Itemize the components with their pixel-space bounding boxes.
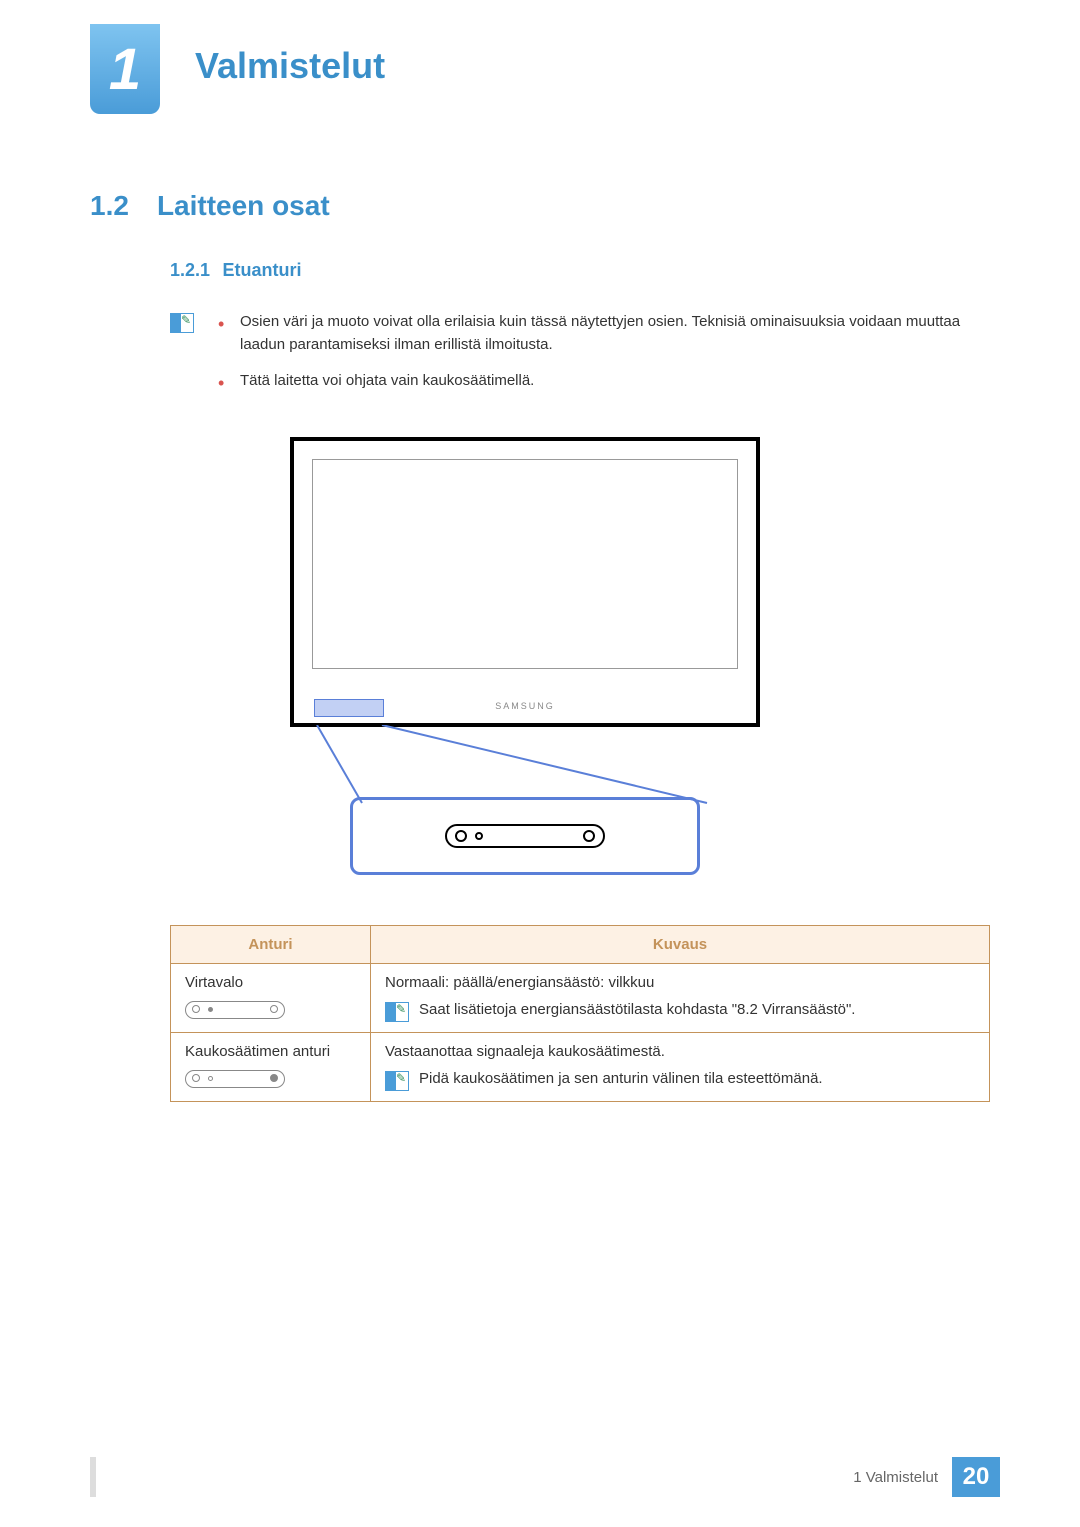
sensor-desc-power: Normaali: päällä/energiansäästö: vilkkuu <box>385 974 975 991</box>
note-icon <box>170 313 194 333</box>
section-number: 1.2 <box>90 190 129 222</box>
sensor-note-remote: Pidä kaukosäätimen ja sen anturin väline… <box>419 1070 823 1087</box>
sensor-note-power: Saat lisätietoja energiansäästötilasta k… <box>419 1001 855 1018</box>
chapter-title: Valmistelut <box>195 45 385 87</box>
subsection-number: 1.2.1 <box>170 260 210 280</box>
chapter-number-tab: 1 <box>90 24 160 114</box>
sensor-desc-remote: Vastaanottaa signaaleja kaukosäätimestä. <box>385 1043 975 1060</box>
footer-chapter-label: 1 Valmistelut <box>853 1469 952 1486</box>
note-icon <box>385 1002 409 1022</box>
monitor-frame: SAMSUNG <box>290 437 760 727</box>
table-header-sensor: Anturi <box>171 925 371 963</box>
monitor-screen <box>312 459 738 669</box>
note-icon <box>385 1071 409 1091</box>
remote-sensor-icon <box>185 1070 285 1088</box>
table-row: Kaukosäätimen anturi Vastaanottaa signaa… <box>171 1032 990 1101</box>
footer-stripe <box>90 1457 96 1497</box>
note-bullet-2: Tätä laitetta voi ohjata vain kaukosääti… <box>212 370 990 393</box>
note-block: Osien väri ja muoto voivat olla erilaisi… <box>170 311 990 407</box>
sensor-name-remote: Kaukosäätimen anturi <box>185 1043 356 1060</box>
monitor-brand-label: SAMSUNG <box>495 701 555 711</box>
table-header-description: Kuvaus <box>371 925 990 963</box>
page-footer: 1 Valmistelut 20 <box>853 1457 1000 1497</box>
subsection-title: Etuanturi <box>223 260 302 280</box>
sensor-table: Anturi Kuvaus Virtavalo Normaali: päällä… <box>170 925 990 1102</box>
sensor-name-power: Virtavalo <box>185 974 356 991</box>
footer-page-number: 20 <box>952 1457 1000 1497</box>
table-row: Virtavalo Normaali: päällä/energiansääst… <box>171 963 990 1032</box>
chapter-number: 1 <box>109 36 141 103</box>
sensor-pill-icon <box>445 824 605 848</box>
section-title: Laitteen osat <box>157 190 330 222</box>
subsection-heading: 1.2.1 Etuanturi <box>170 260 990 281</box>
sensor-highlight <box>314 699 384 717</box>
callout-lines <box>312 725 772 805</box>
device-figure: SAMSUNG <box>290 437 790 875</box>
sensor-callout-box <box>350 797 700 875</box>
note-bullet-1: Osien väri ja muoto voivat olla erilaisi… <box>212 311 990 356</box>
section-heading: 1.2 Laitteen osat <box>90 190 990 222</box>
power-indicator-icon <box>185 1001 285 1019</box>
